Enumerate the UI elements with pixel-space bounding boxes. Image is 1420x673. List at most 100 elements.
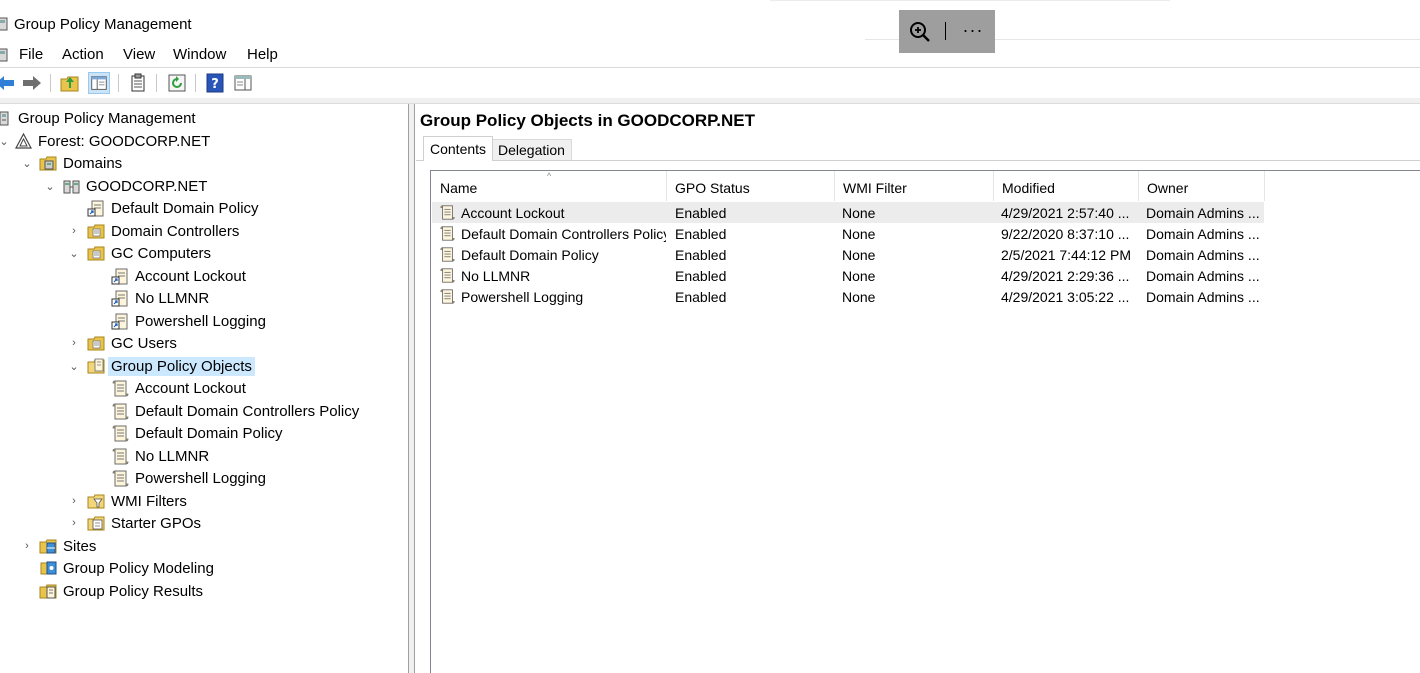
cell-gpo-status: Enabled bbox=[675, 247, 727, 263]
tree-item-label: Sites bbox=[63, 537, 97, 555]
menu-file[interactable]: File bbox=[19, 46, 43, 63]
tree-item-sites[interactable]: › Sites bbox=[21, 535, 96, 557]
sites-folder-icon bbox=[39, 539, 57, 553]
tree-item-starter-gpos[interactable]: › Starter GPOs bbox=[68, 512, 201, 534]
menu-view[interactable]: View bbox=[123, 46, 155, 63]
gpo-icon bbox=[111, 424, 130, 443]
page-title: Group Policy Objects in GOODCORP.NET bbox=[420, 111, 756, 130]
tree-item-label: Group Policy Management bbox=[18, 109, 196, 127]
tree-item-group-policy-objects[interactable]: ⌄ Group Policy Objects bbox=[68, 355, 255, 377]
tree-item-label: Group Policy Objects bbox=[108, 356, 255, 376]
menu-action[interactable]: Action bbox=[62, 46, 104, 63]
tree-item-gpo-no-llmnr[interactable]: No LLMNR bbox=[111, 445, 209, 467]
cell-name: Account Lockout bbox=[461, 205, 565, 221]
console-tree: Group Policy Management ⌄ Forest: GOODCO… bbox=[0, 104, 409, 673]
wmi-filters-folder-icon bbox=[87, 494, 105, 508]
refresh-icon[interactable] bbox=[166, 72, 188, 94]
chevron-right-icon[interactable]: › bbox=[68, 517, 80, 529]
forward-icon[interactable] bbox=[21, 72, 43, 94]
tree-item-label: Powershell Logging bbox=[135, 469, 266, 487]
tab-delegation[interactable]: Delegation bbox=[491, 139, 572, 160]
help-icon[interactable]: ? bbox=[204, 72, 226, 94]
gpo-icon bbox=[111, 402, 130, 421]
gpo-icon bbox=[439, 224, 456, 243]
tree-item-gpo-default-domain-policy[interactable]: Default Domain Policy bbox=[111, 422, 283, 444]
column-header-modified[interactable]: Modified bbox=[994, 171, 1139, 201]
tree-item-domains[interactable]: ⌄ Domains bbox=[21, 152, 122, 174]
divider bbox=[770, 0, 1170, 1]
divider bbox=[416, 160, 1420, 161]
chevron-down-icon[interactable]: ⌄ bbox=[68, 360, 80, 373]
gpo-icon bbox=[439, 287, 456, 306]
tree-item-domain-controllers[interactable]: › Domain Controllers bbox=[68, 220, 239, 242]
chevron-right-icon[interactable]: › bbox=[68, 495, 80, 507]
tree-item-gpm-root[interactable]: Group Policy Management bbox=[0, 107, 196, 129]
column-header-owner[interactable]: Owner bbox=[1139, 171, 1265, 201]
ou-folder-icon bbox=[87, 222, 106, 241]
tree-item-label: No LLMNR bbox=[135, 447, 210, 465]
back-icon[interactable] bbox=[0, 72, 16, 94]
forest-icon bbox=[14, 132, 33, 149]
tree-item-label: Account Lockout bbox=[135, 379, 246, 397]
table-row[interactable]: Default Domain Policy Enabled None 2/5/2… bbox=[432, 244, 1264, 265]
menu-help[interactable]: Help bbox=[247, 46, 278, 63]
tree-item-gc-users[interactable]: › GC Users bbox=[68, 332, 177, 354]
tree-item-gpo-default-domain-controllers-policy[interactable]: Default Domain Controllers Policy bbox=[111, 400, 359, 422]
column-header-wmi-filter[interactable]: WMI Filter bbox=[835, 171, 994, 201]
cell-modified: 4/29/2021 2:57:40 ... bbox=[1001, 205, 1130, 221]
gpo-container-icon bbox=[87, 357, 106, 376]
ou-folder-icon bbox=[87, 244, 106, 263]
cell-name: No LLMNR bbox=[461, 268, 531, 284]
tree-item-gp-modeling[interactable]: Group Policy Modeling bbox=[39, 557, 214, 579]
tree-item-wmi-filters[interactable]: › WMI Filters bbox=[68, 490, 187, 512]
tab-contents[interactable]: Contents bbox=[423, 136, 494, 161]
gpo-icon bbox=[111, 469, 130, 488]
tree-item-gc-computers[interactable]: ⌄ GC Computers bbox=[68, 242, 211, 264]
tree-item-gpo-powershell-logging[interactable]: Powershell Logging bbox=[111, 467, 266, 489]
chevron-right-icon[interactable]: › bbox=[21, 540, 33, 552]
divider bbox=[118, 74, 119, 92]
table-row[interactable]: Powershell Logging Enabled None 4/29/202… bbox=[432, 286, 1264, 307]
column-header-label: Owner bbox=[1147, 180, 1189, 196]
divider bbox=[156, 74, 157, 92]
menu-bar: File Action View Window Help bbox=[0, 43, 1420, 67]
menu-window[interactable]: Window bbox=[173, 46, 226, 63]
tree-item-default-domain-policy-link[interactable]: Default Domain Policy bbox=[87, 197, 259, 219]
up-folder-icon[interactable] bbox=[59, 72, 81, 94]
column-header-label: Name bbox=[440, 180, 478, 196]
tree-item-goodcorp[interactable]: ⌄ GOODCORP.NET bbox=[44, 175, 207, 197]
chevron-down-icon[interactable]: ⌄ bbox=[68, 247, 80, 260]
chevron-right-icon[interactable]: › bbox=[68, 337, 80, 349]
tree-item-link-powershell-logging[interactable]: Powershell Logging bbox=[111, 310, 266, 332]
cell-modified: 4/29/2021 3:05:22 ... bbox=[1001, 289, 1130, 305]
show-hide-tree-icon[interactable] bbox=[88, 72, 110, 94]
tree-item-gpo-account-lockout[interactable]: Account Lockout bbox=[111, 377, 246, 399]
tree-item-link-account-lockout[interactable]: Account Lockout bbox=[111, 265, 246, 287]
pane-splitter[interactable] bbox=[409, 104, 415, 673]
zoom-in-icon[interactable] bbox=[907, 19, 933, 45]
column-header-gpo-status[interactable]: GPO Status bbox=[667, 171, 835, 201]
chevron-down-icon[interactable]: ⌄ bbox=[44, 180, 56, 193]
more-options-icon[interactable]: ··· bbox=[959, 19, 987, 45]
table-row[interactable]: Default Domain Controllers Policy Enable… bbox=[432, 223, 1264, 244]
table-row[interactable]: No LLMNR Enabled None 4/29/2021 2:29:36 … bbox=[432, 265, 1264, 286]
tree-item-forest[interactable]: ⌄ Forest: GOODCORP.NET bbox=[0, 130, 210, 152]
tree-item-label: Default Domain Controllers Policy bbox=[135, 402, 360, 420]
tree-item-link-no-llmnr[interactable]: No LLMNR bbox=[111, 287, 209, 309]
properties-pane-icon[interactable] bbox=[232, 72, 254, 94]
tree-item-label: No LLMNR bbox=[135, 289, 210, 307]
chevron-down-icon[interactable]: ⌄ bbox=[0, 135, 10, 148]
gpo-icon bbox=[439, 203, 456, 222]
chevron-down-icon[interactable]: ⌄ bbox=[21, 157, 33, 170]
table-row[interactable]: Account Lockout Enabled None 4/29/2021 2… bbox=[432, 202, 1264, 223]
tree-item-label: GC Computers bbox=[111, 244, 212, 262]
column-header-name[interactable]: Name ^ bbox=[432, 171, 667, 201]
clipboard-icon[interactable] bbox=[127, 72, 149, 94]
tree-item-gp-results[interactable]: Group Policy Results bbox=[39, 580, 203, 602]
chevron-right-icon[interactable]: › bbox=[68, 225, 80, 237]
cell-name: Default Domain Controllers Policy bbox=[461, 226, 666, 242]
system-menu-icon[interactable] bbox=[0, 47, 8, 63]
toolbar: ? bbox=[0, 68, 1420, 98]
gpo-link-icon bbox=[111, 267, 130, 286]
cell-owner: Domain Admins ... bbox=[1146, 247, 1260, 263]
